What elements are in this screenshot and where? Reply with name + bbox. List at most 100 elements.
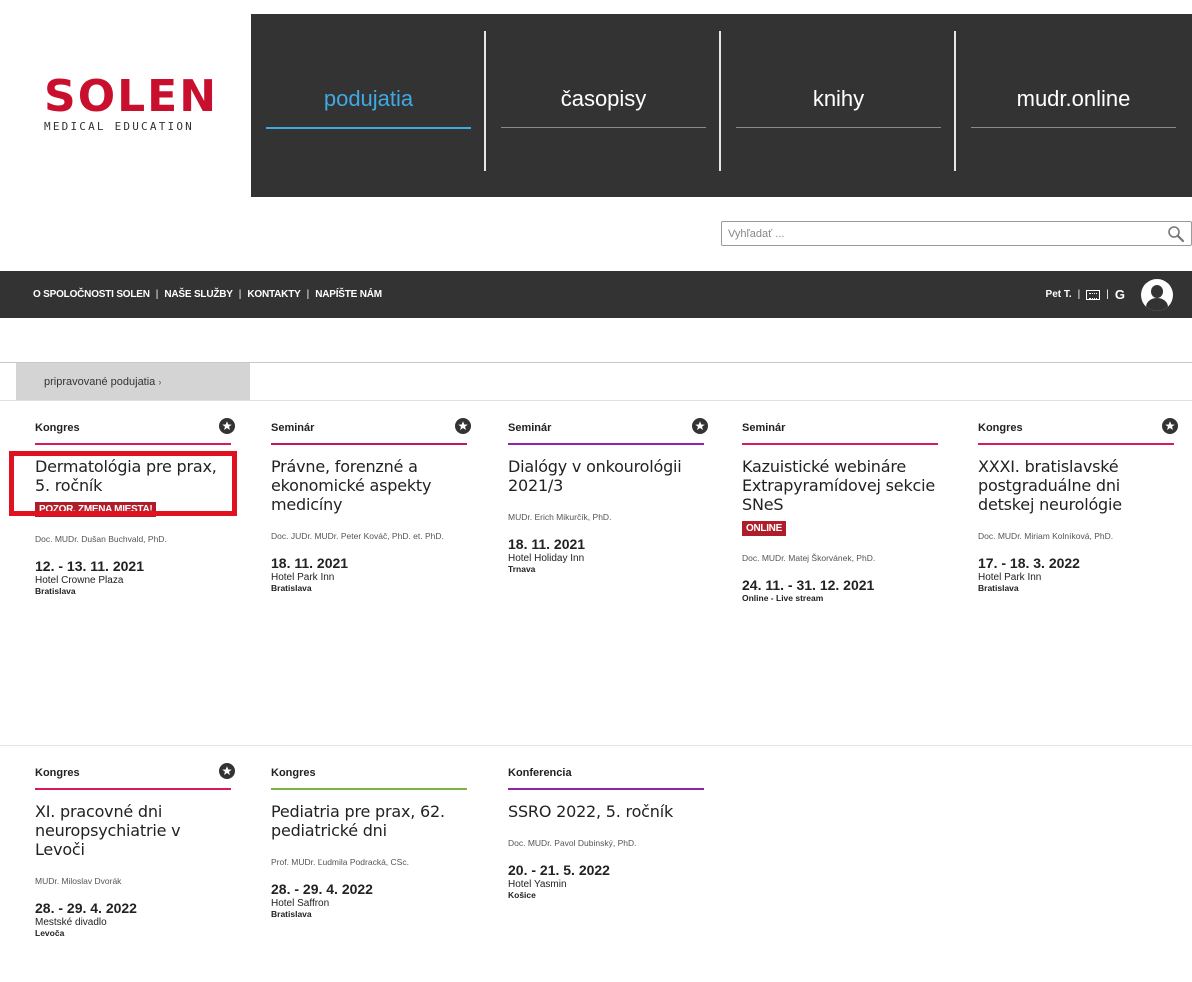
- event-title[interactable]: Pediatria pre prax, 62. pediatrické dni: [271, 802, 471, 840]
- google-icon[interactable]: G: [1115, 287, 1125, 302]
- keyboard-icon[interactable]: [1086, 289, 1101, 300]
- favorite-star-icon[interactable]: [692, 418, 708, 434]
- divider: [0, 400, 1192, 401]
- nav-underline: [971, 127, 1176, 128]
- favorite-star-icon[interactable]: [455, 418, 471, 434]
- event-card[interactable]: Kongres Pediatria pre prax, 62. pediatri…: [271, 761, 471, 919]
- card-header: Kongres: [35, 416, 235, 440]
- card-divider: [508, 443, 704, 445]
- separator: |: [155, 289, 159, 300]
- favorite-star-icon[interactable]: [219, 763, 235, 779]
- secondary-nav: O SPOLOČNOSTI SOLEN | NAŠE SLUŽBY | KONT…: [33, 271, 382, 318]
- event-card[interactable]: Kongres XXXI. bratislavské postgraduálne…: [978, 416, 1178, 593]
- nav-underline: [736, 127, 941, 128]
- event-venue: Online - Live stream: [742, 593, 824, 603]
- secondary-bar: O SPOLOČNOSTI SOLEN | NAŠE SLUŽBY | KONT…: [0, 271, 1192, 318]
- user-bar: Pet T. | | G: [1046, 271, 1192, 318]
- card-header: Seminár: [271, 416, 471, 440]
- solen-logo[interactable]: SOLEN MEDICAL EDUCATION: [44, 75, 224, 134]
- event-venue: Mestské divadlo: [35, 917, 107, 928]
- event-venue: Hotel Saffron: [271, 898, 330, 909]
- event-author: Doc. JUDr. MUDr. Peter Kováč, PhD. et. P…: [271, 531, 444, 541]
- event-card[interactable]: Seminár Kazuistické webináre Extrapyramí…: [742, 416, 942, 603]
- event-author: Prof. MUDr. Ľudmila Podracká, CSc.: [271, 857, 409, 867]
- event-title[interactable]: XI. pracovné dni neuropsychiatrie v Levo…: [35, 802, 235, 859]
- event-venue: Hotel Holiday Inn: [508, 553, 585, 564]
- page: SOLEN MEDICAL EDUCATION podujatia časopi…: [0, 0, 1192, 982]
- event-city: Levoča: [35, 928, 65, 938]
- link-napiste-nam[interactable]: NAPÍŠTE NÁM: [315, 289, 382, 300]
- event-date: 24. 11. - 31. 12. 2021: [742, 577, 875, 593]
- event-card[interactable]: Seminár Právne, forenzné a ekonomické as…: [271, 416, 471, 593]
- card-header: Konferencia: [508, 761, 708, 785]
- nav-label: podujatia: [323, 85, 414, 111]
- event-card[interactable]: Seminár Dialógy v onkourológii 2021/3 MU…: [508, 416, 708, 574]
- search-icon[interactable]: [1167, 225, 1185, 243]
- event-card[interactable]: Konferencia SSRO 2022, 5. ročník Doc. MU…: [508, 761, 708, 900]
- favorite-star-icon[interactable]: [219, 418, 235, 434]
- event-title[interactable]: Právne, forenzné a ekonomické aspekty me…: [271, 457, 471, 514]
- tab-label: pripravované podujatia: [44, 375, 156, 388]
- card-divider: [271, 443, 467, 445]
- event-date: 12. - 13. 11. 2021: [35, 558, 144, 574]
- favorite-star-icon[interactable]: [1162, 418, 1178, 434]
- event-city: Košice: [508, 890, 536, 900]
- nav-label: časopisy: [560, 85, 647, 111]
- event-title[interactable]: Kazuistické webináre Extrapyramídovej se…: [742, 457, 942, 514]
- event-type: Kongres: [978, 422, 1023, 434]
- separator: |: [306, 289, 310, 300]
- search-box: [721, 221, 1192, 246]
- tab-pripravovane-podujatia[interactable]: pripravované podujatia ›: [16, 363, 250, 400]
- event-author: Doc. MUDr. Pavol Dubinský, PhD.: [508, 838, 637, 848]
- chevron-right-icon: ›: [158, 376, 162, 387]
- event-type: Seminár: [508, 422, 552, 434]
- nav-knihy[interactable]: knihy: [721, 14, 956, 197]
- event-author: Doc. MUDr. Dušan Buchvald, PhD.: [35, 534, 167, 544]
- nav-label: knihy: [812, 85, 865, 111]
- card-divider: [35, 443, 231, 445]
- event-type: Kongres: [35, 767, 80, 779]
- event-badge: ONLINE: [742, 521, 786, 536]
- card-divider: [271, 788, 467, 790]
- separator: |: [1077, 289, 1081, 300]
- event-venue: Hotel Crowne Plaza: [35, 575, 124, 586]
- nav-casopisy[interactable]: časopisy: [486, 14, 721, 197]
- event-venue: Hotel Park Inn: [978, 572, 1042, 583]
- user-name[interactable]: Pet T.: [1046, 289, 1072, 300]
- event-title[interactable]: SSRO 2022, 5. ročník: [508, 802, 708, 821]
- card-header: Kongres: [35, 761, 235, 785]
- event-card[interactable]: Kongres XI. pracovné dni neuropsychiatri…: [35, 761, 235, 938]
- nav-label: mudr.online: [1016, 85, 1131, 111]
- event-author: MUDr. Miloslav Dvorák: [35, 876, 122, 886]
- event-title[interactable]: XXXI. bratislavské postgraduálne dni det…: [978, 457, 1178, 514]
- card-divider: [742, 443, 938, 445]
- nav-podujatia[interactable]: podujatia: [251, 14, 486, 197]
- event-date: 18. 11. 2021: [271, 555, 349, 571]
- event-type: Seminár: [742, 422, 786, 434]
- event-author: Doc. MUDr. Miriam Kolníková, PhD.: [978, 531, 1114, 541]
- card-header: Kongres: [271, 761, 471, 785]
- event-author: MUDr. Erich Mikurčík, PhD.: [508, 512, 612, 522]
- nav-mudr-online[interactable]: mudr.online: [956, 14, 1191, 197]
- card-divider: [508, 788, 704, 790]
- link-nase-sluzby[interactable]: NAŠE SLUŽBY: [164, 289, 233, 300]
- row-divider: [0, 745, 1192, 746]
- separator: |: [238, 289, 242, 300]
- event-venue: Hotel Yasmin: [508, 879, 567, 890]
- link-o-spolocnosti[interactable]: O SPOLOČNOSTI SOLEN: [33, 289, 150, 300]
- card-header: Kongres: [978, 416, 1178, 440]
- event-date: 28. - 29. 4. 2022: [271, 881, 373, 897]
- event-date: 17. - 18. 3. 2022: [978, 555, 1080, 571]
- event-venue: Hotel Park Inn: [271, 572, 335, 583]
- highlight-annotation-box: [9, 451, 237, 516]
- main-navigation: podujatia časopisy knihy mudr.online: [251, 14, 1192, 197]
- card-header: Seminár: [508, 416, 708, 440]
- event-city: Bratislava: [271, 583, 312, 593]
- event-type: Kongres: [35, 422, 80, 434]
- link-kontakty[interactable]: KONTAKTY: [247, 289, 300, 300]
- event-city: Bratislava: [271, 909, 312, 919]
- search-input[interactable]: [728, 222, 1158, 245]
- event-city: Bratislava: [35, 586, 76, 596]
- avatar[interactable]: [1141, 278, 1173, 311]
- event-title[interactable]: Dialógy v onkourológii 2021/3: [508, 457, 708, 495]
